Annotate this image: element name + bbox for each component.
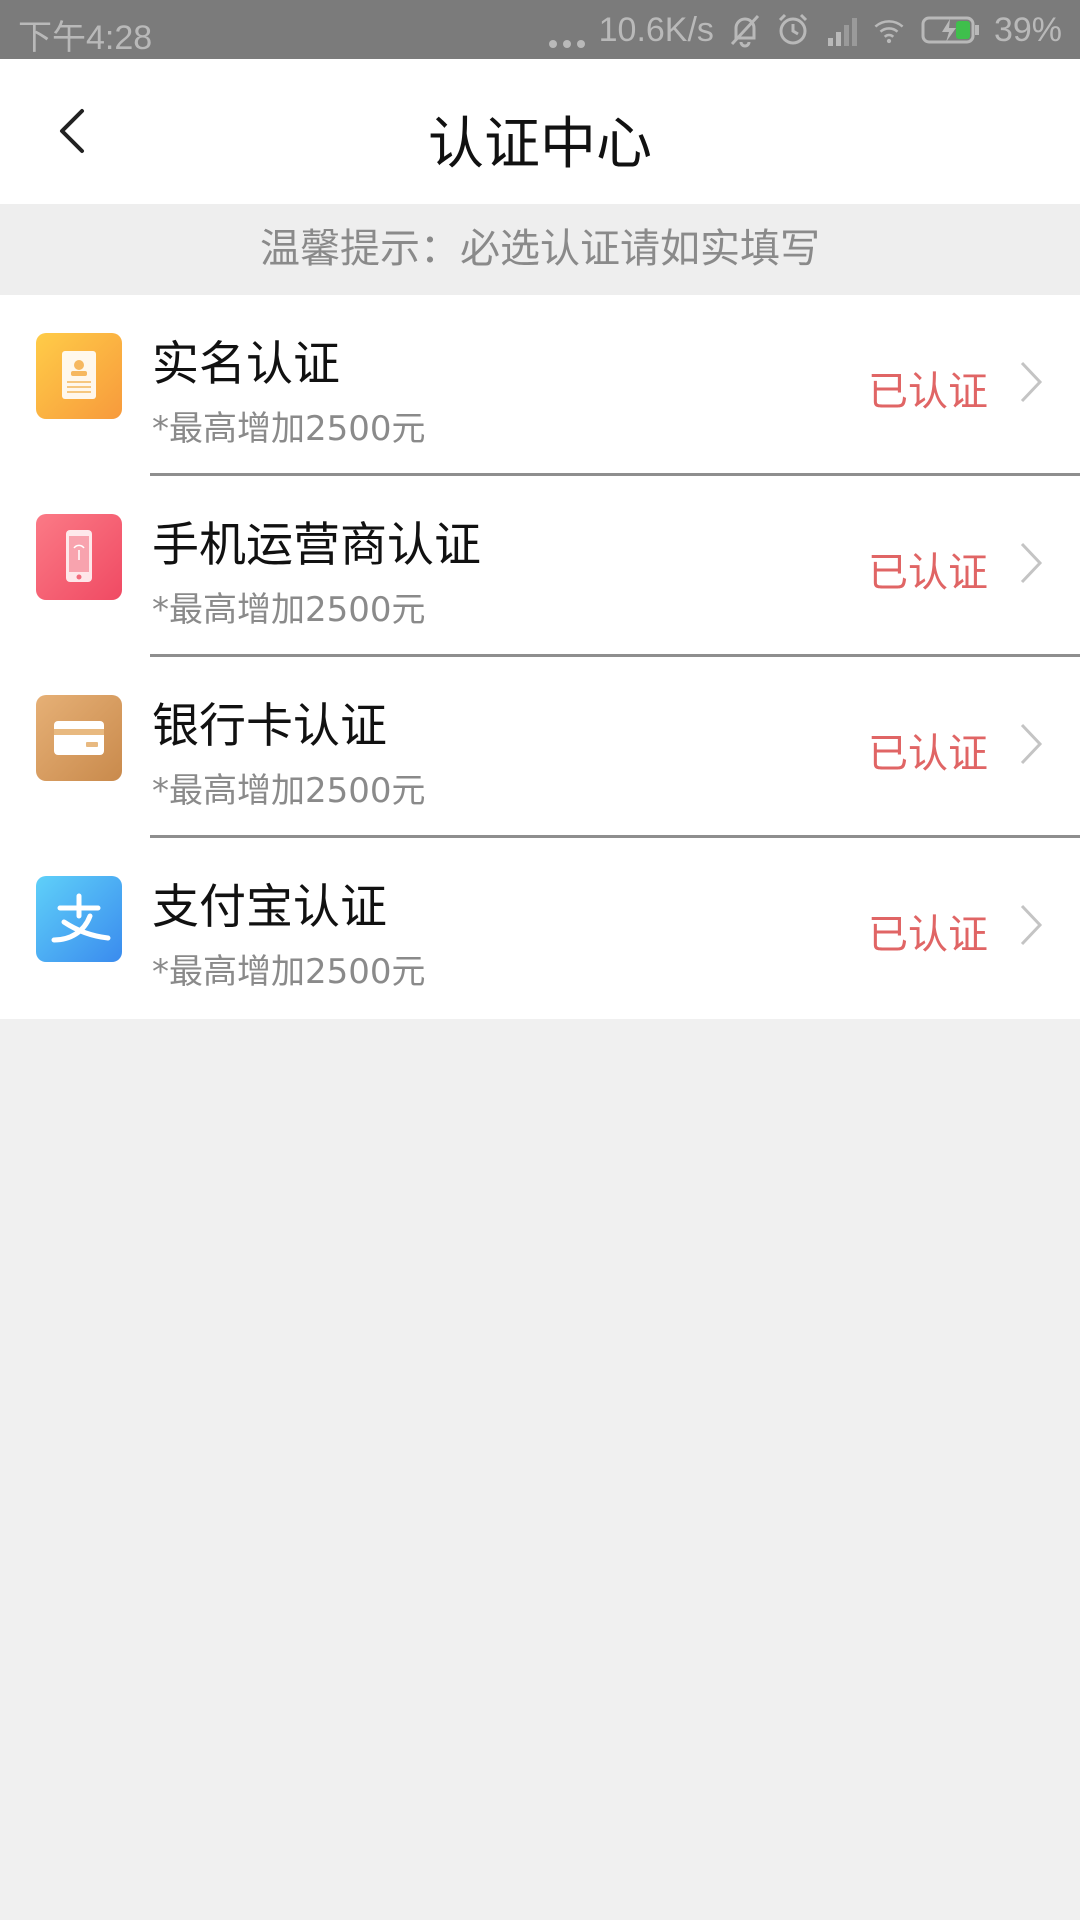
item-subtitle: *最高增加2500元 [152,952,426,992]
nav-bar: 认证中心 [0,59,1080,204]
status-badge: 已认证 [868,550,988,596]
verification-list: 实名认证 *最高增加2500元 已认证 手机运营商认证 *最高增加2500元 已 [0,295,1080,1019]
status-badge: 已认证 [868,731,988,777]
list-item-alipay[interactable]: 支付宝认证 *最高增加2500元 已认证 [0,838,1080,1019]
mobile-phone-icon [36,514,122,600]
list-item-real-name[interactable]: 实名认证 *最高增加2500元 已认证 [36,295,1080,476]
id-card-icon [36,333,122,419]
item-title: 手机运营商认证 [152,518,481,573]
status-bar: 下午4:28 10.6K/s 39% [0,0,1080,59]
item-title: 实名认证 [152,337,340,392]
chevron-right-icon [1020,361,1043,403]
battery-percent: 39% [993,10,1062,49]
more-dots-icon [548,8,585,52]
status-badge: 已认证 [868,369,988,415]
chevron-right-icon [1020,723,1043,765]
status-time: 下午4:28 [18,19,153,57]
chevron-right-icon [1020,904,1043,946]
item-title: 支付宝认证 [152,880,387,935]
item-subtitle: *最高增加2500元 [152,590,426,630]
battery-charging-icon [921,16,979,44]
status-badge: 已认证 [868,912,988,958]
wifi-icon [874,20,904,44]
list-item-bank-card[interactable]: 银行卡认证 *最高增加2500元 已认证 [36,657,1080,838]
page-title: 认证中心 [428,112,652,177]
bank-card-icon [36,695,122,781]
list-item-mobile-operator[interactable]: 手机运营商认证 *最高增加2500元 已认证 [36,476,1080,657]
item-subtitle: *最高增加2500元 [152,771,426,811]
item-subtitle: *最高增加2500元 [152,409,426,449]
signal-icon [827,18,857,46]
status-indicators: 10.6K/s 39% [548,8,1062,52]
network-speed: 10.6K/s [598,10,714,49]
tip-banner: 温馨提示：必选认证请如实填写 [0,204,1080,295]
alipay-icon [36,876,122,962]
item-title: 银行卡认证 [152,699,387,754]
chevron-right-icon [1020,542,1043,584]
mute-bell-icon [730,14,760,48]
alarm-icon [778,13,807,45]
